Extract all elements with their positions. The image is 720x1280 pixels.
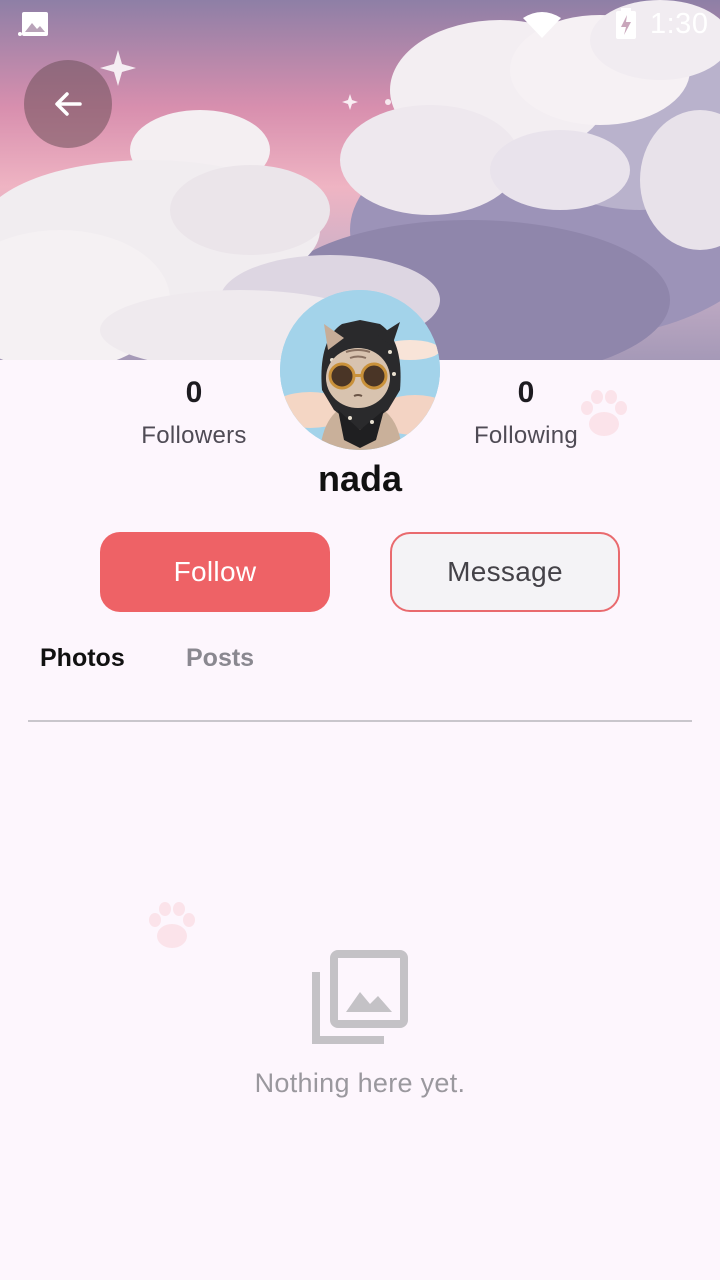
arrow-back-icon xyxy=(55,92,82,116)
message-button[interactable]: Message xyxy=(390,532,620,612)
image-icon xyxy=(18,10,50,45)
paw-icon xyxy=(146,900,198,955)
tab-divider xyxy=(28,720,692,722)
followers-label: Followers xyxy=(141,422,247,449)
status-bar: 1:30 xyxy=(0,0,720,48)
battery-charging-icon xyxy=(614,8,638,47)
paw-icon xyxy=(578,388,630,443)
username: nada xyxy=(317,458,403,499)
follow-button[interactable]: Follow xyxy=(100,532,330,612)
followers-count: 0 xyxy=(185,376,203,409)
avatar[interactable] xyxy=(280,290,440,450)
empty-state-text: Nothing here yet. xyxy=(254,1068,466,1098)
back-button[interactable] xyxy=(24,60,112,148)
cat-avatar-image xyxy=(280,290,440,450)
followers-stat[interactable]: 0 Followers xyxy=(94,376,294,450)
photo-library-icon xyxy=(312,950,408,1051)
tab-photos[interactable]: Photos xyxy=(40,644,125,673)
status-time: 1:30 xyxy=(650,8,709,40)
tab-posts[interactable]: Posts xyxy=(186,644,254,673)
wifi-icon xyxy=(522,12,562,47)
